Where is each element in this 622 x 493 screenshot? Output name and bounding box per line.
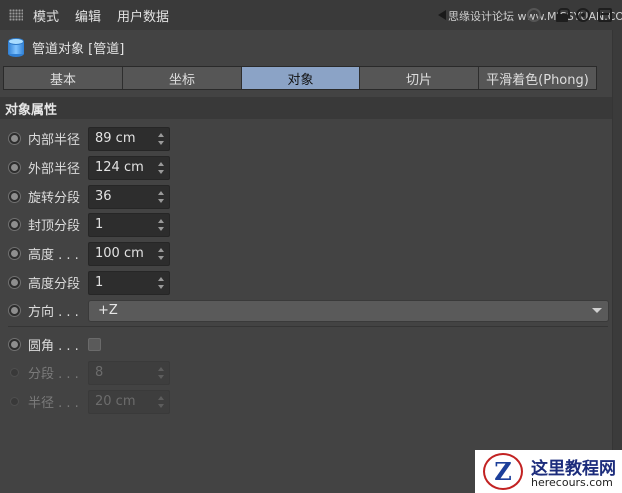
field-value: 1	[95, 217, 104, 232]
param-fillet: 圆角 . . .	[0, 330, 612, 359]
outer-radius-field[interactable]: 124 cm	[88, 155, 170, 180]
object-title: 管道对象 [管道]	[8, 38, 124, 57]
fillet-checkbox[interactable]	[88, 338, 101, 351]
back-arrow-icon[interactable]	[438, 10, 446, 20]
logo-mark: Z	[483, 453, 523, 490]
field-value: 20 cm	[95, 394, 136, 409]
field-value: 100 cm	[95, 246, 144, 261]
scrollbar[interactable]	[612, 30, 622, 493]
orientation-dropdown[interactable]: +Z	[88, 299, 609, 322]
param-fillet-segments: 分段 . . . 8	[0, 358, 612, 387]
param-inner-radius: 内部半径 89 cm	[0, 124, 612, 153]
stepper-icon	[158, 366, 165, 379]
stepper-icon[interactable]	[158, 161, 165, 174]
param-height: 高度 . . . 100 cm	[0, 239, 612, 268]
lock-icon[interactable]	[555, 8, 570, 22]
field-value: 36	[95, 189, 112, 204]
field-value: 8	[95, 365, 104, 380]
param-label: 分段 . . .	[28, 367, 79, 382]
menu-user-data[interactable]: 用户数据	[117, 6, 169, 25]
stepper-icon[interactable]	[158, 247, 165, 260]
animate-radio-icon[interactable]	[8, 190, 21, 203]
animate-radio-icon[interactable]	[8, 247, 21, 260]
inner-radius-field[interactable]: 89 cm	[88, 126, 170, 151]
stepper-icon[interactable]	[158, 218, 165, 231]
param-height-segments: 高度分段 1	[0, 268, 612, 297]
param-label: 高度分段	[28, 277, 81, 292]
tube-object-icon	[8, 38, 24, 57]
target-icon[interactable]	[576, 8, 590, 22]
watermark-logo: Z 这里教程网 herecours.com	[475, 450, 622, 493]
fillet-radius-field: 20 cm	[88, 389, 170, 414]
param-label: 半径 . . .	[28, 396, 79, 411]
animate-radio-icon[interactable]	[8, 132, 21, 145]
tab-bar: 基本 坐标 对象 切片 平滑着色(Phong)	[3, 66, 597, 90]
fillet-segments-field: 8	[88, 360, 170, 385]
param-label: 封顶分段	[28, 219, 81, 234]
tab-coord[interactable]: 坐标	[123, 67, 242, 89]
logo-url: herecours.com	[531, 476, 613, 489]
field-value: 1	[95, 275, 104, 290]
animate-radio-icon	[10, 397, 19, 406]
menu-mode[interactable]: 模式	[33, 6, 59, 25]
rotation-segments-field[interactable]: 36	[88, 184, 170, 209]
param-outer-radius: 外部半径 124 cm	[0, 153, 612, 182]
animate-radio-icon[interactable]	[8, 338, 21, 351]
stepper-icon	[158, 395, 165, 408]
menu-edit[interactable]: 编辑	[75, 6, 101, 25]
field-value: 124 cm	[95, 160, 144, 175]
object-title-text: 管道对象 [管道]	[32, 42, 125, 57]
param-fillet-radius: 半径 . . . 20 cm	[0, 387, 612, 416]
stepper-icon[interactable]	[158, 132, 165, 145]
stepper-icon[interactable]	[158, 276, 165, 289]
animate-radio-icon[interactable]	[8, 218, 21, 231]
param-label: 方向 . . .	[28, 305, 79, 320]
tab-basic[interactable]: 基本	[4, 67, 123, 89]
animate-radio-icon[interactable]	[8, 304, 21, 317]
chevron-down-icon	[592, 308, 602, 313]
stepper-icon[interactable]	[158, 190, 165, 203]
param-orientation: 方向 . . . +Z	[0, 296, 612, 325]
dropdown-value: +Z	[98, 303, 118, 318]
param-label: 外部半径	[28, 162, 81, 177]
grip-icon[interactable]	[9, 9, 23, 21]
param-label: 高度 . . .	[28, 248, 79, 263]
param-label: 圆角 . . .	[28, 339, 79, 354]
height-field[interactable]: 100 cm	[88, 241, 170, 266]
param-cap-segments: 封顶分段 1	[0, 210, 612, 239]
param-label: 内部半径	[28, 133, 81, 148]
search-icon[interactable]	[527, 8, 541, 22]
tab-slice[interactable]: 切片	[360, 67, 479, 89]
section-header: 对象属性	[0, 97, 612, 119]
animate-radio-icon	[10, 368, 19, 377]
height-segments-field[interactable]: 1	[88, 270, 170, 295]
param-label: 旋转分段	[28, 191, 81, 206]
animate-radio-icon[interactable]	[8, 276, 21, 289]
param-rotation-segments: 旋转分段 36	[0, 182, 612, 211]
cap-segments-field[interactable]: 1	[88, 212, 170, 237]
tab-object[interactable]: 对象	[242, 67, 360, 89]
divider	[8, 326, 608, 327]
tab-phong[interactable]: 平滑着色(Phong)	[479, 67, 596, 89]
animate-radio-icon[interactable]	[8, 161, 21, 174]
field-value: 89 cm	[95, 131, 136, 146]
new-panel-icon[interactable]	[598, 8, 612, 22]
